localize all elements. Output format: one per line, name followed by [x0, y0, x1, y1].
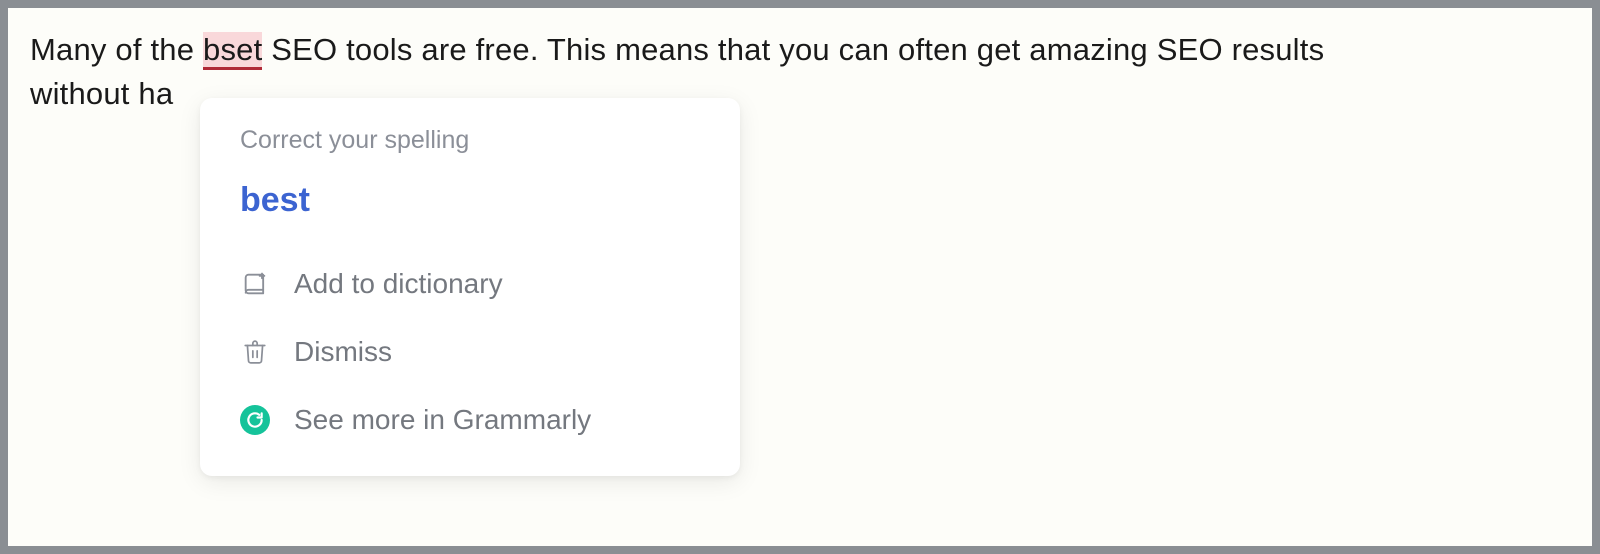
document-area[interactable]: Many of the bset SEO tools are free. Thi… [8, 8, 1592, 546]
see-more-button[interactable]: See more in Grammarly [200, 386, 740, 454]
trash-icon [240, 337, 270, 367]
add-to-dictionary-label: Add to dictionary [294, 268, 503, 300]
dismiss-button[interactable]: Dismiss [200, 318, 740, 386]
suggestion-button[interactable]: best [200, 167, 740, 250]
text-line2: without ha [30, 76, 173, 111]
add-to-dictionary-button[interactable]: Add to dictionary [200, 250, 740, 318]
text-after: SEO tools are free. This means that you … [262, 32, 1324, 67]
grammarly-icon [240, 405, 270, 435]
see-more-label: See more in Grammarly [294, 404, 591, 436]
misspelled-word[interactable]: bset [203, 32, 262, 70]
add-to-dictionary-icon [240, 269, 270, 299]
popup-header: Correct your spelling [200, 126, 740, 167]
text-before: Many of the [30, 32, 203, 67]
spellcheck-popup: Correct your spelling best Add to dictio… [200, 98, 740, 476]
dismiss-label: Dismiss [294, 336, 392, 368]
